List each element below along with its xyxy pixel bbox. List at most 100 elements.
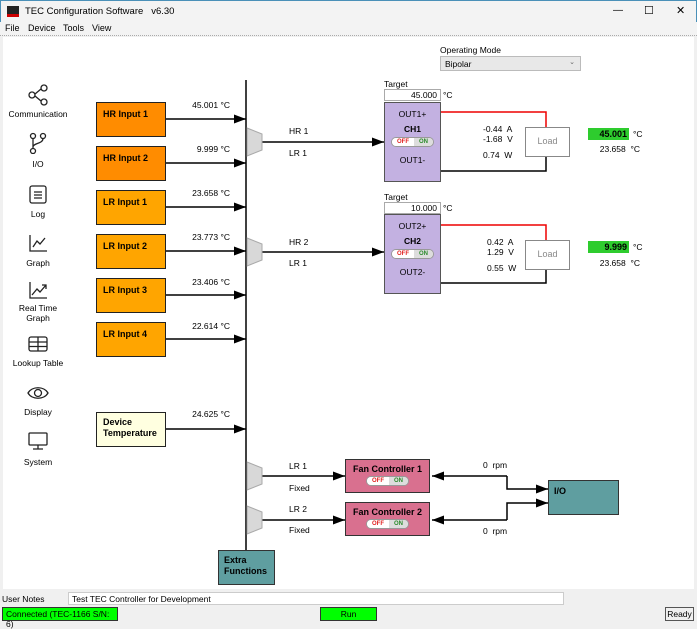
ch2-current: 0.42 A xyxy=(487,237,514,247)
operating-mode-label: Operating Mode xyxy=(440,45,501,55)
ch2-target-label: Target xyxy=(384,192,408,202)
ch1-box[interactable]: OUT1+ CH1 OFF ON OUT1- xyxy=(384,102,441,182)
ch1-mux-lr-label: LR 1 xyxy=(289,148,307,158)
toggle-off[interactable]: OFF xyxy=(392,250,414,258)
ready-status: Ready xyxy=(665,607,694,621)
sidebar-label: Display xyxy=(24,407,52,417)
connection-status: Connected (TEC-1166 S/N: 6) xyxy=(2,607,118,629)
fan2-mux-top-label: LR 2 xyxy=(289,504,307,514)
maximize-button[interactable]: ☐ xyxy=(644,4,654,17)
ch2-sink-temp: 23.658 °C xyxy=(599,258,640,268)
close-button[interactable]: ✕ xyxy=(676,4,685,17)
user-notes-label: User Notes xyxy=(2,594,45,604)
menu-tools[interactable]: Tools xyxy=(63,23,84,33)
lr-input-3-value: 23.406 °C xyxy=(192,277,230,287)
lr-input-1-value: 23.658 °C xyxy=(192,188,230,198)
toggle-off[interactable]: OFF xyxy=(367,477,389,485)
menu-view[interactable]: View xyxy=(92,23,111,33)
ch1-name: CH1 xyxy=(403,124,421,134)
ch1-target-label: Target xyxy=(384,79,408,89)
device-temperature-value: 24.625 °C xyxy=(192,409,230,419)
window-title: TEC Configuration Software v6.30 xyxy=(25,6,175,17)
share-icon xyxy=(28,84,48,106)
toggle-on[interactable]: ON xyxy=(389,477,408,485)
hr-input-2-value: 9.999 °C xyxy=(196,144,230,154)
branch-icon xyxy=(29,132,47,154)
toggle-on[interactable]: ON xyxy=(414,138,433,146)
mux-ch1 xyxy=(246,127,263,157)
sidebar-label: System xyxy=(23,457,53,467)
lr-input-2-value: 23.773 °C xyxy=(192,232,230,242)
fan2-mux-bottom-label: Fixed xyxy=(289,525,310,535)
sidebar-label: Log xyxy=(30,209,46,219)
app-logo-icon xyxy=(7,6,19,17)
lr-input-4-value: 22.614 °C xyxy=(192,321,230,331)
ch1-output-toggle[interactable]: OFF ON xyxy=(391,137,434,147)
ch2-mux-hr-label: HR 2 xyxy=(289,237,309,247)
ch1-object-temp: 45.001 xyxy=(588,128,629,140)
menu-device[interactable]: Device xyxy=(28,23,56,33)
ch2-object-temp-unit: °C xyxy=(633,242,643,252)
fan1-mux-top-label: LR 1 xyxy=(289,461,307,471)
log-icon xyxy=(29,185,47,204)
ch1-target-input[interactable]: 45.000 xyxy=(384,89,441,101)
menu-file[interactable]: File xyxy=(5,23,20,33)
ch2-out-minus: OUT2- xyxy=(399,267,426,277)
operating-mode-select[interactable]: Bipolar ⌄ xyxy=(440,56,581,71)
ch1-mux-hr-label: HR 1 xyxy=(289,126,309,136)
fan2-name: Fan Controller 2 xyxy=(352,507,422,517)
mux-fan2 xyxy=(246,505,263,535)
ch2-name: CH2 xyxy=(403,236,421,246)
ch1-voltage: -1.68 V xyxy=(483,134,513,144)
mux-ch2 xyxy=(246,237,263,267)
ch2-out-plus: OUT2+ xyxy=(398,221,427,231)
ch1-object-temp-unit: °C xyxy=(633,129,643,139)
ch2-box[interactable]: OUT2+ CH2 OFF ON OUT2- xyxy=(384,214,441,294)
monitor-icon xyxy=(28,432,48,450)
eye-icon xyxy=(27,387,49,399)
hr-input-1-value: 45.001 °C xyxy=(192,100,230,110)
ch2-target-unit: °C xyxy=(443,203,453,213)
diagram-canvas: Communication I/O Log Graph Real Time Gr… xyxy=(3,37,694,589)
fan1-rpm: 0 rpm xyxy=(483,460,508,470)
ch2-mux-lr-label: LR 1 xyxy=(289,258,307,268)
fan1-toggle[interactable]: OFF ON xyxy=(366,476,409,486)
run-status: Run xyxy=(320,607,377,621)
ch1-out-minus: OUT1- xyxy=(399,155,426,165)
chevron-down-icon: ⌄ xyxy=(569,59,575,66)
graph-icon xyxy=(29,235,47,252)
operating-mode-value: Bipolar xyxy=(445,59,472,69)
title-bar: TEC Configuration Software v6.30 — ☐ ✕ xyxy=(0,0,697,22)
fan-controller-2-box[interactable]: Fan Controller 2 OFF ON xyxy=(345,502,430,536)
toggle-on[interactable]: ON xyxy=(389,520,408,528)
ch1-sink-temp: 23.658 °C xyxy=(599,144,640,154)
table-icon xyxy=(28,336,48,352)
fan2-toggle[interactable]: OFF ON xyxy=(366,519,409,529)
extra-functions-box[interactable]: Extra Functions xyxy=(218,550,275,585)
ch1-current: -0.44 A xyxy=(483,124,513,134)
ch2-output-toggle[interactable]: OFF ON xyxy=(391,249,434,259)
sidebar-label: Lookup Table xyxy=(12,358,64,368)
minimize-button[interactable]: — xyxy=(613,5,623,16)
toggle-off[interactable]: OFF xyxy=(367,520,389,528)
ch2-voltage: 1.29 V xyxy=(487,247,514,257)
mux-fan1 xyxy=(246,461,263,491)
sidebar-label: I/O xyxy=(32,159,44,169)
io-box[interactable]: I/O xyxy=(548,480,619,515)
ch2-power: 0.55 W xyxy=(487,263,517,273)
ch1-target-unit: °C xyxy=(443,90,453,100)
menu-bar: File Device Tools View xyxy=(0,22,697,36)
fan1-mux-bottom-label: Fixed xyxy=(289,483,310,493)
fan-controller-1-box[interactable]: Fan Controller 1 OFF ON xyxy=(345,459,430,493)
ch2-target-input[interactable]: 10.000 xyxy=(384,202,441,214)
realtime-graph-icon xyxy=(29,282,47,299)
ch2-object-temp: 9.999 xyxy=(588,241,629,253)
sidebar-label: Real Time Graph xyxy=(18,303,58,323)
ch1-power: 0.74 W xyxy=(483,150,513,160)
toggle-on[interactable]: ON xyxy=(414,250,433,258)
user-notes-input[interactable]: Test TEC Controller for Development xyxy=(68,592,564,605)
toggle-off[interactable]: OFF xyxy=(392,138,414,146)
fan2-rpm: 0 rpm xyxy=(483,526,508,536)
fan1-name: Fan Controller 1 xyxy=(352,464,422,474)
sidebar-label: Graph xyxy=(26,258,50,268)
